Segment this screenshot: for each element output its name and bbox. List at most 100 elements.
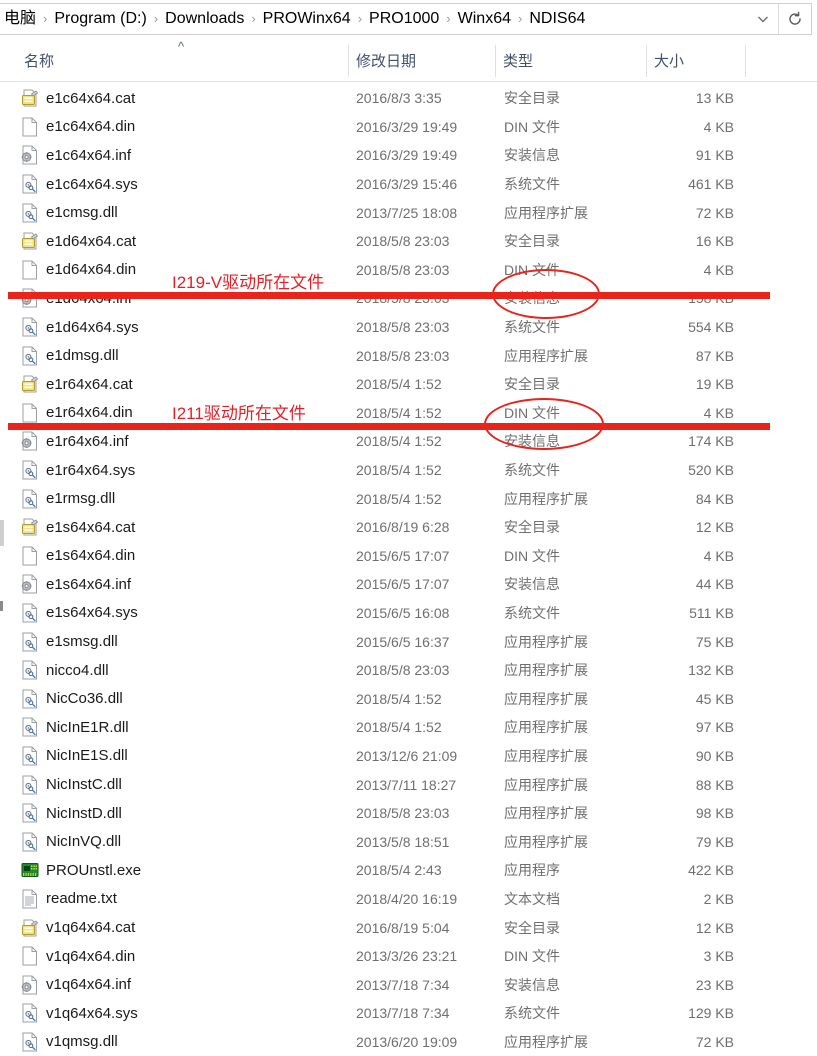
breadcrumb-item-5[interactable]: Winx64 — [455, 7, 514, 31]
breadcrumb-separator-icon[interactable]: › — [247, 9, 259, 29]
table-row[interactable]: e1smsg.dll 2015/6/5 16:37 应用程序扩展 75 KB — [0, 627, 817, 656]
file-type: 应用程序扩展 — [504, 347, 588, 364]
file-modified-date: 2018/4/20 16:19 — [356, 890, 458, 907]
file-modified-date: 2013/12/6 21:09 — [356, 747, 458, 764]
system-file-icon — [21, 746, 39, 766]
breadcrumb-item-4[interactable]: PRO1000 — [366, 7, 442, 31]
file-type: 系统文件 — [504, 604, 560, 621]
file-size: 88 KB — [695, 776, 734, 793]
table-row[interactable]: e1s64x64.sys 2015/6/5 16:08 系统文件 511 KB — [0, 599, 817, 628]
file-type: 应用程序扩展 — [504, 747, 588, 764]
table-row[interactable]: e1d64x64.sys 2018/5/8 23:03 系统文件 554 KB — [0, 313, 817, 342]
file-name: e1c64x64.din — [46, 118, 136, 136]
file-name: e1s64x64.sys — [46, 604, 138, 622]
table-row[interactable]: e1r64x64.cat 2018/5/4 1:52 安全目录 19 KB — [0, 370, 817, 399]
table-row[interactable]: NicInVQ.dll 2013/5/8 18:51 应用程序扩展 79 KB — [0, 827, 817, 856]
breadcrumb-item-3[interactable]: PROWinx64 — [260, 7, 354, 31]
file-size: 461 KB — [688, 176, 734, 193]
table-row[interactable]: NicInE1S.dll 2013/12/6 21:09 应用程序扩展 90 KB — [0, 742, 817, 771]
table-row[interactable]: e1s64x64.inf 2015/6/5 17:07 安装信息 44 KB — [0, 570, 817, 599]
table-row[interactable]: e1dmsg.dll 2018/5/8 23:03 应用程序扩展 87 KB — [0, 341, 817, 370]
catalog-file-icon — [21, 232, 39, 251]
address-bar[interactable]: 电脑 › Program (D:) › Downloads › PROWinx64 › PRO1… — [0, 3, 812, 35]
column-divider[interactable] — [646, 45, 647, 77]
table-row[interactable]: e1c64x64.inf 2016/3/29 19:49 安装信息 91 KB — [0, 141, 817, 170]
breadcrumb-separator-icon[interactable]: › — [39, 9, 51, 29]
table-row[interactable]: e1s64x64.din 2015/6/5 17:07 DIN 文件 4 KB — [0, 542, 817, 571]
table-row[interactable]: e1r64x64.inf 2018/5/4 1:52 安装信息 174 KB — [0, 427, 817, 456]
column-divider[interactable] — [495, 45, 496, 77]
file-size: 23 KB — [695, 976, 734, 993]
column-header-name[interactable]: 名称 — [24, 50, 54, 71]
file-list[interactable]: e1c64x64.cat 2016/8/3 3:35 安全目录 13 KB e1c64x… — [0, 84, 817, 1056]
file-name: NicInstD.dll — [46, 804, 122, 822]
file-size: 87 KB — [695, 347, 734, 364]
table-row[interactable]: e1c64x64.cat 2016/8/3 3:35 安全目录 13 KB — [0, 84, 817, 113]
table-row[interactable]: nicco4.dll 2018/5/8 23:03 应用程序扩展 132 KB — [0, 656, 817, 685]
table-row[interactable]: v1q64x64.sys 2013/7/18 7:34 系统文件 129 KB — [0, 999, 817, 1028]
file-size: 4 KB — [703, 118, 734, 135]
table-row[interactable]: PROUnstl.exe 2018/5/4 2:43 应用程序 422 KB — [0, 856, 817, 885]
breadcrumb-separator-icon[interactable]: › — [442, 9, 454, 29]
file-name: e1s64x64.cat — [46, 518, 136, 536]
table-row[interactable]: e1c64x64.sys 2016/3/29 15:46 系统文件 461 KB — [0, 170, 817, 199]
breadcrumb-item-0[interactable]: 电脑 — [1, 7, 39, 31]
table-row[interactable]: NicInstD.dll 2018/5/8 23:03 应用程序扩展 98 KB — [0, 799, 817, 828]
file-type: 应用程序扩展 — [504, 805, 588, 822]
file-name: PROUnstl.exe — [46, 861, 142, 879]
breadcrumb[interactable]: 电脑 › Program (D:) › Downloads › PROWinx64 › PRO1… — [0, 4, 748, 34]
column-divider[interactable] — [348, 45, 349, 77]
file-type: 应用程序扩展 — [504, 633, 588, 650]
file-name: e1smsg.dll — [46, 633, 118, 651]
table-row[interactable]: e1s64x64.cat 2016/8/19 6:28 安全目录 12 KB — [0, 513, 817, 542]
file-size: 72 KB — [695, 1033, 734, 1050]
column-header-size[interactable]: 大小 — [654, 50, 684, 71]
table-row[interactable]: v1q64x64.cat 2016/8/19 5:04 安全目录 12 KB — [0, 913, 817, 942]
file-size: 98 KB — [695, 805, 734, 822]
file-name: e1r64x64.sys — [46, 461, 136, 479]
refresh-icon[interactable] — [778, 4, 811, 34]
table-row[interactable]: e1c64x64.din 2016/3/29 19:49 DIN 文件 4 KB — [0, 113, 817, 142]
breadcrumb-item-6[interactable]: NDIS64 — [526, 7, 588, 31]
column-header-type[interactable]: 类型 — [503, 50, 533, 71]
table-row[interactable]: e1d64x64.cat 2018/5/8 23:03 安全目录 16 KB — [0, 227, 817, 256]
file-name: e1cmsg.dll — [46, 204, 118, 222]
file-modified-date: 2018/5/8 23:03 — [356, 662, 450, 679]
table-row[interactable]: e1cmsg.dll 2013/7/25 18:08 应用程序扩展 72 KB — [0, 198, 817, 227]
breadcrumb-item-1[interactable]: Program (D:) — [51, 7, 149, 31]
file-modified-date: 2018/5/8 23:03 — [356, 233, 450, 250]
file-size: 45 KB — [695, 690, 734, 707]
table-row[interactable]: NicInstC.dll 2013/7/11 18:27 应用程序扩展 88 KB — [0, 770, 817, 799]
chevron-down-icon[interactable] — [748, 4, 778, 34]
table-row[interactable]: v1q64x64.inf 2013/7/18 7:34 安装信息 23 KB — [0, 970, 817, 999]
file-modified-date: 2016/8/3 3:35 — [356, 90, 442, 107]
system-file-icon — [21, 460, 39, 480]
breadcrumb-separator-icon[interactable]: › — [150, 9, 162, 29]
column-header-date[interactable]: 修改日期 — [356, 50, 416, 71]
file-size: 4 KB — [703, 404, 734, 421]
file-size: 12 KB — [695, 519, 734, 536]
breadcrumb-item-2[interactable]: Downloads — [162, 7, 247, 31]
file-type: 应用程序扩展 — [504, 662, 588, 679]
table-row[interactable]: readme.txt 2018/4/20 16:19 文本文档 2 KB — [0, 885, 817, 914]
table-row[interactable]: v1q64x64.din 2013/3/26 23:21 DIN 文件 3 KB — [0, 942, 817, 971]
file-modified-date: 2016/8/19 5:04 — [356, 919, 450, 936]
system-file-icon — [21, 174, 39, 194]
file-name: e1r64x64.inf — [46, 432, 129, 450]
file-name: NicInE1S.dll — [46, 747, 128, 765]
table-row[interactable]: v1qmsg.dll 2013/6/20 19:09 应用程序扩展 72 KB — [0, 1028, 817, 1056]
file-modified-date: 2018/5/8 23:03 — [356, 347, 450, 364]
table-row[interactable]: NicCo36.dll 2018/5/4 1:52 应用程序扩展 45 KB — [0, 684, 817, 713]
file-modified-date: 2013/7/18 7:34 — [356, 1005, 450, 1022]
table-row[interactable]: e1r64x64.sys 2018/5/4 1:52 系统文件 520 KB — [0, 456, 817, 485]
file-name: e1s64x64.din — [46, 547, 136, 565]
table-row[interactable]: e1rmsg.dll 2018/5/4 1:52 应用程序扩展 84 KB — [0, 484, 817, 513]
file-name: e1c64x64.cat — [46, 89, 136, 107]
table-row[interactable]: e1d64x64.din 2018/5/8 23:03 DIN 文件 4 KB — [0, 256, 817, 285]
breadcrumb-separator-icon[interactable]: › — [514, 9, 526, 29]
column-divider[interactable] — [745, 45, 746, 77]
system-file-icon — [21, 203, 39, 223]
breadcrumb-separator-icon[interactable]: › — [354, 9, 366, 29]
table-row[interactable]: NicInE1R.dll 2018/5/4 1:52 应用程序扩展 97 KB — [0, 713, 817, 742]
file-type: 安全目录 — [504, 90, 560, 107]
